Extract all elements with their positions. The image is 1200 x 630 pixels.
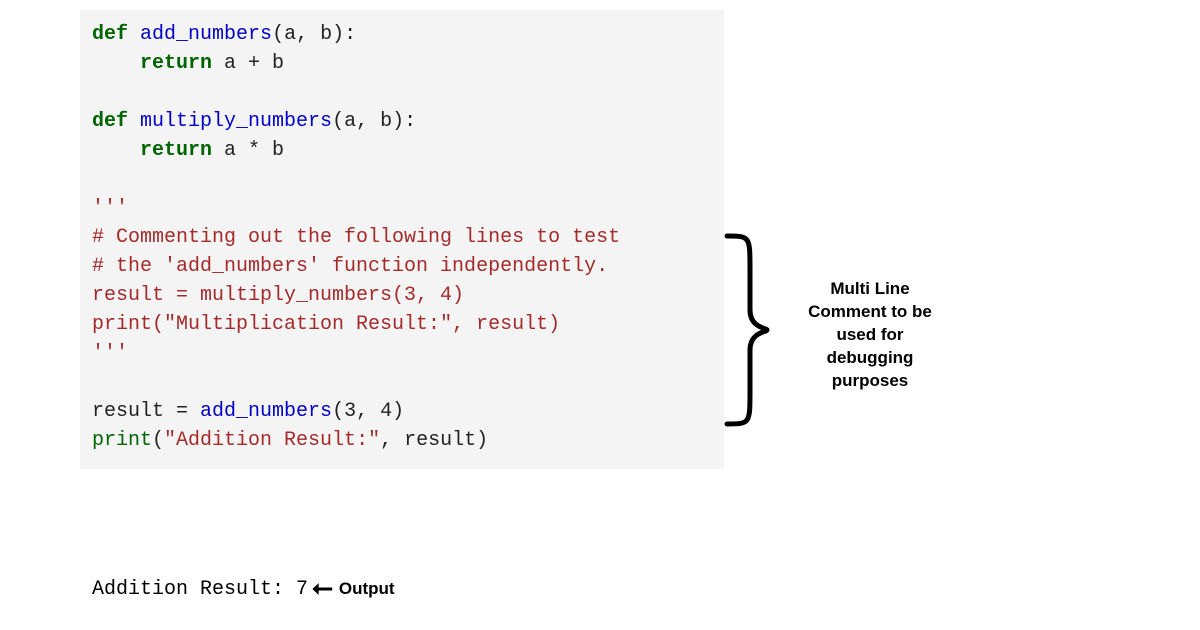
- print-add-open: (: [152, 429, 164, 452]
- program-output: Addition Result: 7⭠Output: [92, 578, 395, 601]
- result-mul-assign: result = multiply_numbers(3, 4): [92, 284, 464, 307]
- output-label: Output: [339, 579, 395, 598]
- print-add-rest: , result): [380, 429, 488, 452]
- print-mul-args: ("Multiplication Result:", result): [152, 313, 560, 336]
- annotation-text: Multi Line Comment to be used for debugg…: [790, 278, 950, 393]
- func-multiply-numbers: multiply_numbers: [140, 110, 332, 133]
- keyword-return: return: [140, 139, 212, 162]
- docstring-open: ''': [92, 197, 128, 220]
- keyword-def: def: [92, 23, 128, 46]
- func-add-numbers: add_numbers: [140, 23, 272, 46]
- keyword-def: def: [92, 110, 128, 133]
- code-block: def add_numbers(a, b): return a + b def …: [80, 10, 724, 469]
- ret-add-body: a + b: [212, 52, 284, 75]
- brace-icon: [710, 230, 780, 430]
- keyword-return: return: [140, 52, 212, 75]
- docstring-close: ''': [92, 342, 128, 365]
- print-add-str: "Addition Result:": [164, 429, 380, 452]
- annot-line-2: Comment to be: [808, 302, 932, 321]
- annot-line-1: Multi Line: [830, 279, 909, 298]
- sig-mul: (a, b):: [332, 110, 416, 133]
- result-add-lhs: result =: [92, 400, 200, 423]
- call-add-args: (3, 4): [332, 400, 404, 423]
- annot-line-5: purposes: [832, 371, 909, 390]
- print-mul: print: [92, 313, 152, 336]
- ret-mul-body: a * b: [212, 139, 284, 162]
- annot-line-4: debugging: [827, 348, 914, 367]
- comment-line-1: # Commenting out the following lines to …: [92, 226, 620, 249]
- annot-line-3: used for: [836, 325, 903, 344]
- call-add-numbers: add_numbers: [200, 400, 332, 423]
- print-add: print: [92, 429, 152, 452]
- sig-add: (a, b):: [272, 23, 356, 46]
- comment-line-2: # the 'add_numbers' function independent…: [92, 255, 608, 278]
- output-text: Addition Result: 7: [92, 578, 308, 601]
